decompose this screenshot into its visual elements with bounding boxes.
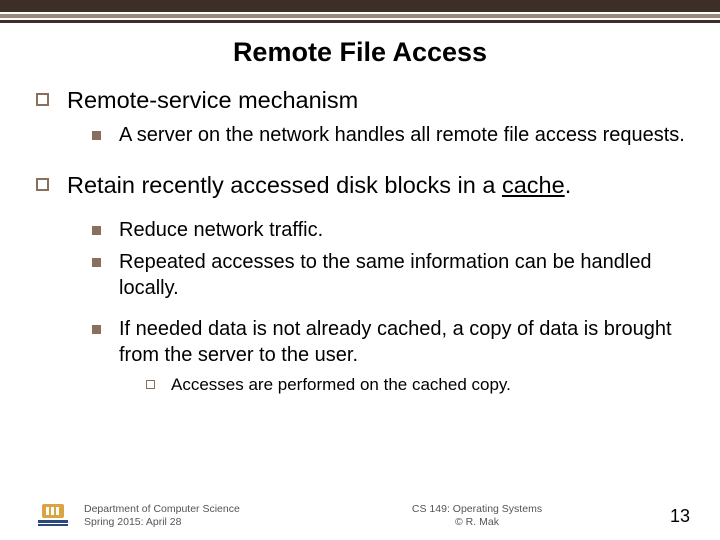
bullet-level1: Retain recently accessed disk blocks in … xyxy=(36,171,690,200)
sjsu-logo-icon xyxy=(36,502,70,530)
filled-square-icon xyxy=(92,131,101,140)
bullet-level2: If needed data is not already cached, a … xyxy=(92,317,690,368)
bullet-text: Accesses are performed on the cached cop… xyxy=(171,374,511,396)
slide-content: Remote-service mechanism A server on the… xyxy=(0,86,720,396)
bullet-level1: Remote-service mechanism xyxy=(36,86,690,115)
slide-title: Remote File Access xyxy=(0,37,720,68)
bullet-text: Retain recently accessed disk blocks in … xyxy=(67,171,571,200)
bullet-text: If needed data is not already cached, a … xyxy=(119,317,690,368)
bullet-level3: Accesses are performed on the cached cop… xyxy=(146,374,690,396)
slide-footer: Department of Computer Science Spring 20… xyxy=(0,502,720,530)
filled-square-icon xyxy=(92,258,101,267)
bullet-text: Remote-service mechanism xyxy=(67,86,358,115)
hollow-mini-square-icon xyxy=(146,380,155,389)
bullet-level2: Reduce network traffic. xyxy=(92,218,690,244)
footer-middle: CS 149: Operating Systems © R. Mak xyxy=(304,503,650,530)
bullet-text: A server on the network handles all remo… xyxy=(119,123,685,149)
decorative-top-bar xyxy=(0,0,720,23)
page-number: 13 xyxy=(650,506,690,527)
bullet-level2: A server on the network handles all remo… xyxy=(92,123,690,149)
footer-left: Department of Computer Science Spring 20… xyxy=(84,503,304,530)
bullet-text: Repeated accesses to the same informatio… xyxy=(119,250,690,301)
bullet-level2: Repeated accesses to the same informatio… xyxy=(92,250,690,301)
filled-square-icon xyxy=(92,325,101,334)
filled-square-icon xyxy=(92,226,101,235)
hollow-square-icon xyxy=(36,93,49,106)
bullet-text: Reduce network traffic. xyxy=(119,218,323,244)
hollow-square-icon xyxy=(36,178,49,191)
